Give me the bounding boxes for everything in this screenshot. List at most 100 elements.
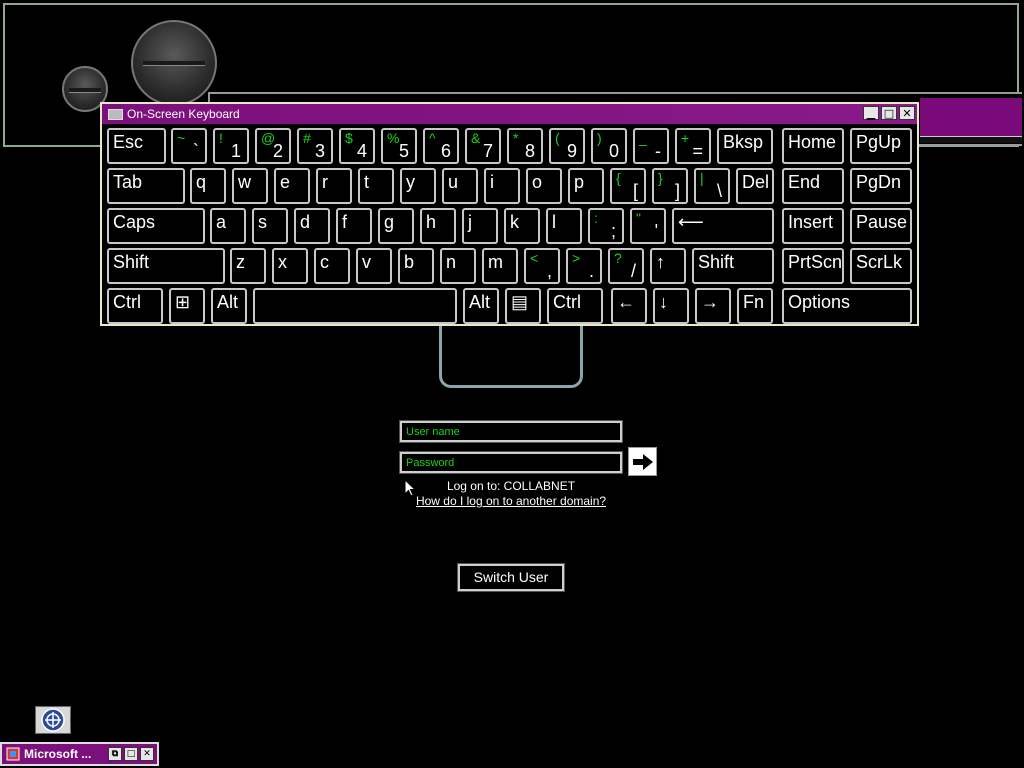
key-u[interactable]: u — [442, 168, 478, 204]
key-y[interactable]: y — [400, 168, 436, 204]
key-,[interactable]: <, — [524, 248, 560, 284]
key-b[interactable]: b — [398, 248, 434, 284]
key-shift[interactable]: Shift — [107, 248, 225, 284]
key-a[interactable]: a — [210, 208, 246, 244]
key-1[interactable]: ! 1 — [213, 128, 249, 164]
key--[interactable]: _ - — [633, 128, 669, 164]
key-[[interactable]: {[ — [610, 168, 646, 204]
key-options[interactable]: Options — [782, 288, 912, 324]
key-label: f — [342, 212, 348, 232]
key-h[interactable]: h — [420, 208, 456, 244]
key-prtscn[interactable]: PrtScn — [782, 248, 844, 284]
key-f[interactable]: f — [336, 208, 372, 244]
key-del[interactable]: Del — [736, 168, 774, 204]
taskbar-app-button[interactable]: Microsoft ... ⧉ □ ✕ — [0, 742, 159, 766]
switch-user-button[interactable]: Switch User — [457, 563, 565, 592]
key-bksp[interactable]: Bksp — [717, 128, 773, 164]
key-z[interactable]: z — [230, 248, 266, 284]
key-q[interactable]: q — [190, 168, 226, 204]
key-home[interactable]: Home — [782, 128, 844, 164]
key-↓[interactable]: ↓ — [653, 288, 689, 324]
key-'[interactable]: " ' — [630, 208, 666, 244]
key-alt[interactable]: Alt — [463, 288, 499, 324]
key-pgdn[interactable]: PgDn — [850, 168, 912, 204]
minimize-button[interactable]: ▁ — [863, 106, 879, 120]
password-input[interactable] — [399, 451, 623, 474]
key-pause[interactable]: Pause — [850, 208, 912, 244]
key-insert[interactable]: Insert — [782, 208, 844, 244]
key-2[interactable]: @2 — [255, 128, 291, 164]
key-t[interactable]: t — [358, 168, 394, 204]
close-button[interactable]: ✕ — [140, 747, 154, 761]
key-=[interactable]: + = — [675, 128, 711, 164]
key-windows[interactable]: ⊞ — [169, 288, 205, 324]
key-tab[interactable]: Tab — [107, 168, 185, 204]
key-label: Fn — [743, 292, 765, 312]
key-scrlk[interactable]: ScrLk — [850, 248, 912, 284]
key-fn[interactable]: Fn — [737, 288, 773, 324]
key-base-char: 2 — [272, 141, 283, 161]
key-7[interactable]: & 7 — [465, 128, 501, 164]
key-.[interactable]: >. — [566, 248, 602, 284]
key-label: Alt — [217, 292, 239, 312]
key-→[interactable]: → — [695, 288, 731, 324]
key-4[interactable]: $4 — [339, 128, 375, 164]
key-menu[interactable]: ▤ — [505, 288, 541, 324]
maximize-button[interactable]: □ — [881, 106, 897, 120]
key-d[interactable]: d — [294, 208, 330, 244]
ease-of-access-button[interactable] — [35, 706, 71, 734]
keyboard-icon — [108, 108, 123, 120]
key-r[interactable]: r — [316, 168, 352, 204]
key-i[interactable]: i — [484, 168, 520, 204]
key-v[interactable]: v — [356, 248, 392, 284]
maximize-button[interactable]: □ — [124, 747, 138, 761]
key-p[interactable]: p — [568, 168, 604, 204]
key-6[interactable]: ^ 6 — [423, 128, 459, 164]
key-shift[interactable]: Shift — [692, 248, 774, 284]
logon-arrow-button[interactable] — [628, 447, 657, 476]
key-o[interactable]: o — [526, 168, 562, 204]
magnifier-scrollbar[interactable] — [920, 136, 1022, 143]
key-j[interactable]: j — [462, 208, 498, 244]
key-5[interactable]: % 5 — [381, 128, 417, 164]
key-9[interactable]: (9 — [549, 128, 585, 164]
key-label: Shift — [113, 252, 150, 272]
key-x[interactable]: x — [272, 248, 308, 284]
key-3[interactable]: #3 — [297, 128, 333, 164]
key-space[interactable] — [253, 288, 457, 324]
key-\[interactable]: | \ — [694, 168, 730, 204]
osk-titlebar[interactable]: On-Screen Keyboard ▁ □ ✕ — [102, 104, 917, 124]
key-w[interactable]: w — [232, 168, 268, 204]
key-esc[interactable]: Esc — [107, 128, 166, 164]
key-0[interactable]: ) 0 — [591, 128, 627, 164]
key-pgup[interactable]: PgUp — [850, 128, 912, 164]
key-/[interactable]: ? / — [608, 248, 644, 284]
key-k[interactable]: k — [504, 208, 540, 244]
key-⟵[interactable]: ⟵ — [672, 208, 774, 244]
key-↑[interactable]: ↑ — [650, 248, 686, 284]
key-8[interactable]: * 8 — [507, 128, 543, 164]
key-label: ← — [617, 292, 635, 312]
key-`[interactable]: ~ ` — [171, 128, 207, 164]
other-domain-link[interactable]: How do I log on to another domain? — [400, 494, 622, 508]
key-;[interactable]: :; — [588, 208, 624, 244]
key-g[interactable]: g — [378, 208, 414, 244]
key-m[interactable]: m — [482, 248, 518, 284]
key-alt[interactable]: Alt — [211, 288, 247, 324]
username-input[interactable] — [399, 420, 623, 443]
key-s[interactable]: s — [252, 208, 288, 244]
key-end[interactable]: End — [782, 168, 844, 204]
key-ctrl[interactable]: Ctrl — [547, 288, 603, 324]
key-e[interactable]: e — [274, 168, 310, 204]
key-][interactable]: }] — [652, 168, 688, 204]
close-button[interactable]: ✕ — [899, 106, 915, 120]
key-l[interactable]: l — [546, 208, 582, 244]
key-ctrl[interactable]: Ctrl — [107, 288, 163, 324]
key-n[interactable]: n — [440, 248, 476, 284]
key-c[interactable]: c — [314, 248, 350, 284]
key-←[interactable]: ← — [611, 288, 647, 324]
key-caps[interactable]: Caps — [107, 208, 205, 244]
key-label: a — [216, 212, 227, 232]
restore-button[interactable]: ⧉ — [108, 747, 122, 761]
key-label: y — [406, 172, 415, 192]
